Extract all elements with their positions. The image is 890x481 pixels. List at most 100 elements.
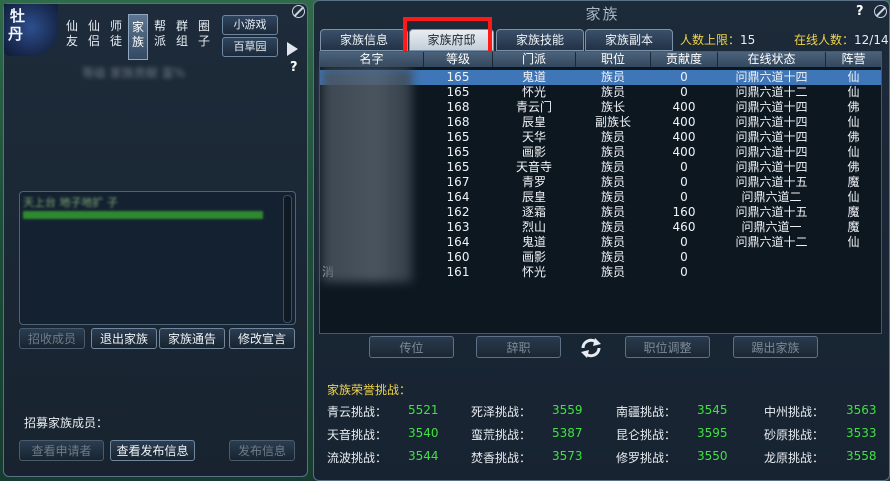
challenge-name: 砂原挑战： (764, 428, 825, 442)
member-sect: 画影 (521, 250, 546, 264)
tab-family-info[interactable]: 家族信息 (320, 29, 408, 51)
col-header-role[interactable]: 职位 (576, 52, 651, 67)
member-sect: 青罗 (521, 175, 546, 189)
member-role: 族员 (600, 205, 625, 219)
notice-scrollbar[interactable] (283, 195, 292, 323)
member-sect: 青云门 (515, 100, 552, 114)
close-icon[interactable] (292, 5, 305, 18)
transfer-leader-button[interactable]: 传位 (369, 336, 454, 358)
member-status: 问鼎六道十四 (735, 160, 808, 174)
member-contribution: 400 (672, 130, 696, 144)
honor-challenge-title: 家族荣誉挑战： (327, 383, 412, 397)
family-notice-button[interactable]: 家族通告 (159, 328, 225, 349)
view-applicants-button[interactable]: 查看申请者 (19, 440, 104, 461)
challenge-value: 3544 (408, 449, 439, 463)
member-contribution: 460 (672, 220, 696, 234)
refresh-icon[interactable] (578, 337, 604, 359)
recruit-member-button[interactable]: 招收成员 (19, 328, 85, 349)
edit-manifesto-button[interactable]: 修改宣言 (229, 328, 295, 349)
tab-friends[interactable]: 仙友 (62, 14, 82, 60)
member-sect: 怀光 (521, 85, 546, 99)
tab-partner[interactable]: 仙侣 (84, 14, 104, 60)
challenge-name: 龙原挑战： (764, 451, 825, 465)
view-posted-info-button[interactable]: 查看发布信息 (110, 440, 195, 461)
help-icon[interactable]: ? (856, 4, 864, 19)
resign-button[interactable]: 辞职 (476, 336, 561, 358)
member-status: 问鼎六道十二 (735, 235, 808, 249)
member-camp: 仙 (847, 190, 860, 204)
tab-family-dungeon[interactable]: 家族副本 (585, 29, 673, 51)
col-header-camp[interactable]: 阵营 (826, 52, 881, 67)
herb-garden-button[interactable]: 百草园 (222, 37, 278, 57)
member-level: 168 (446, 100, 470, 114)
col-header-status[interactable]: 在线状态 (718, 52, 826, 67)
names-blurred (322, 68, 412, 282)
tab-family[interactable]: 家族 (128, 14, 148, 60)
member-status: 问鼎六道十四 (735, 70, 808, 84)
member-camp (826, 265, 881, 280)
member-role: 族员 (600, 85, 625, 99)
tab-circle[interactable]: 圈子 (194, 14, 214, 60)
member-role: 副族长 (594, 115, 631, 129)
emblem-char-1: 牡 (10, 7, 26, 25)
tab-master[interactable]: 师徒 (106, 14, 126, 60)
challenge-name: 焚香挑战： (471, 451, 532, 465)
challenge-name: 南疆挑战： (616, 405, 677, 419)
col-header-name[interactable]: 名字 (320, 52, 424, 67)
col-header-sect[interactable]: 门派 (493, 52, 576, 67)
member-camp: 佛 (847, 160, 860, 174)
member-status: 问鼎六道十四 (735, 145, 808, 159)
close-icon[interactable] (874, 5, 887, 18)
member-level: 160 (446, 250, 470, 264)
challenge-name: 天音挑战： (327, 428, 388, 442)
adjust-role-button[interactable]: 职位调整 (625, 336, 710, 358)
member-sect: 天华 (521, 130, 546, 144)
challenge-value: 3573 (552, 449, 583, 463)
tab-group[interactable]: 群组 (172, 14, 192, 60)
member-contribution: 0 (680, 160, 688, 174)
member-contribution: 0 (680, 70, 688, 84)
member-camp: 佛 (847, 100, 860, 114)
col-header-level[interactable]: 等级 (424, 52, 493, 67)
max-members-label: 人数上限： (680, 33, 741, 47)
member-camp: 魔 (847, 220, 860, 234)
kick-member-button[interactable]: 踢出家族 (733, 336, 818, 358)
member-level: 165 (446, 160, 470, 174)
member-contribution: 160 (672, 205, 696, 219)
member-sect: 天音寺 (515, 160, 552, 174)
member-sect: 逐霜 (521, 205, 546, 219)
online-members-info: 在线人数：12/14 (794, 31, 889, 48)
challenge-value: 3540 (408, 426, 439, 440)
challenge-value: 3559 (552, 403, 583, 417)
family-emblem: 牡 丹 (4, 4, 58, 56)
mini-game-button[interactable]: 小游戏 (222, 15, 278, 35)
post-info-button[interactable]: 发布信息 (229, 440, 295, 461)
challenge-value: 3545 (697, 403, 728, 417)
member-contribution: 400 (672, 100, 696, 114)
member-contribution: 0 (680, 235, 688, 249)
member-sect: 鬼道 (521, 70, 546, 84)
member-sect: 怀光 (521, 265, 546, 279)
challenge-name: 蛮荒挑战： (471, 428, 532, 442)
help-icon[interactable]: ? (290, 60, 298, 75)
member-status: 问鼎六道十四 (735, 115, 808, 129)
member-role: 族员 (600, 220, 625, 234)
member-camp (826, 250, 881, 265)
max-members-info: 人数上限：15 (680, 31, 755, 48)
col-header-contribution[interactable]: 贡献度 (651, 52, 718, 67)
member-role: 族员 (600, 145, 625, 159)
tab-family-skills[interactable]: 家族技能 (496, 29, 584, 51)
leave-family-button[interactable]: 退出家族 (91, 328, 157, 349)
member-level: 164 (446, 235, 470, 249)
member-role: 族长 (600, 100, 625, 114)
member-camp: 仙 (847, 235, 860, 249)
member-role: 族员 (600, 250, 625, 264)
challenge-value: 5387 (552, 426, 583, 440)
tab-guild[interactable]: 帮派 (150, 14, 170, 60)
member-contribution: 0 (680, 250, 688, 264)
online-label: 在线人数： (794, 33, 855, 47)
member-camp: 魔 (847, 205, 860, 219)
challenge-value: 3558 (846, 449, 877, 463)
notice-text: 天上台 地子地扩 子 (23, 196, 118, 209)
expand-arrow-icon[interactable] (287, 42, 298, 56)
